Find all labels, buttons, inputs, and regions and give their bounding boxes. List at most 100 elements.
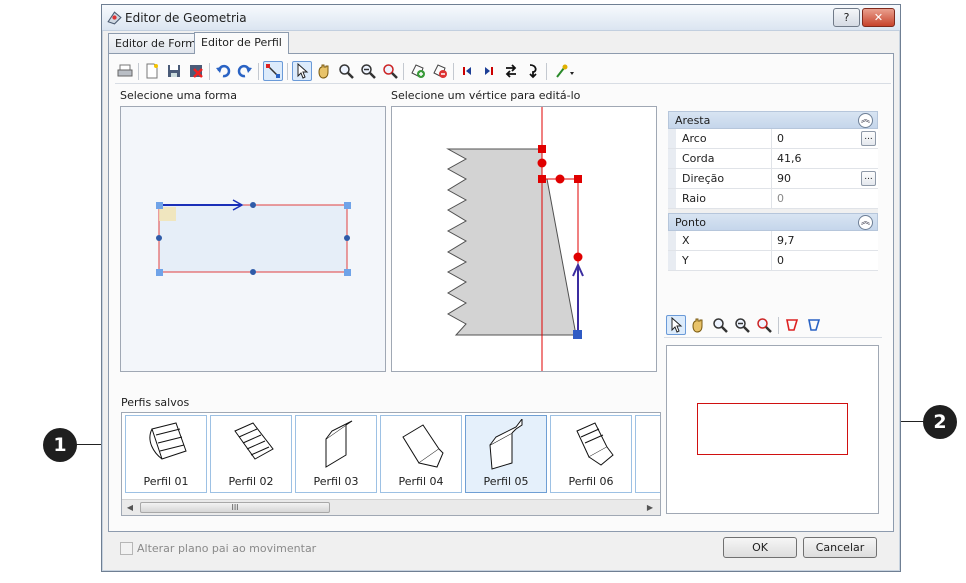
property-value-y[interactable]: 0 bbox=[772, 251, 878, 270]
profile-item-03[interactable]: Perfil 03 bbox=[295, 415, 377, 493]
profile-drawing bbox=[446, 107, 584, 371]
vertex-panel-caption: Selecione um vértice para editá-lo bbox=[391, 89, 581, 102]
title-bar[interactable]: Editor de Geometria ? ✕ bbox=[102, 5, 900, 31]
toolbar-separator bbox=[546, 63, 547, 80]
redo-icon[interactable] bbox=[235, 61, 255, 81]
profile-item-02[interactable]: Perfil 02 bbox=[210, 415, 292, 493]
toolbar-separator bbox=[403, 63, 404, 80]
ok-button[interactable]: OK bbox=[723, 537, 797, 558]
app-icon bbox=[107, 11, 122, 25]
property-row-arco[interactable]: Arco 0... bbox=[668, 129, 878, 149]
profiles-horizontal-scrollbar[interactable]: ◀ III ▶ bbox=[122, 499, 660, 515]
zoom-out-icon[interactable] bbox=[732, 315, 752, 335]
collapse-up-icon[interactable]: ︽ bbox=[858, 113, 873, 128]
toolbar-separator bbox=[778, 317, 779, 334]
select-icon[interactable] bbox=[292, 61, 312, 81]
property-value-corda[interactable]: 41,6 bbox=[772, 149, 878, 168]
undo-icon[interactable] bbox=[213, 61, 233, 81]
property-row-corda[interactable]: Corda 41,6 bbox=[668, 149, 878, 169]
property-value-x[interactable]: 9,7 bbox=[772, 231, 878, 250]
print-icon[interactable] bbox=[115, 61, 135, 81]
toolbar-separator bbox=[209, 63, 210, 80]
property-value-raio: 0 bbox=[777, 192, 784, 205]
shape-panel-caption: Selecione uma forma bbox=[120, 89, 237, 102]
ellipsis-button[interactable]: ... bbox=[861, 131, 876, 146]
scroll-thumb[interactable]: III bbox=[140, 502, 330, 513]
pan-icon[interactable] bbox=[314, 61, 334, 81]
profile-item-01[interactable]: Perfil 01 bbox=[125, 415, 207, 493]
scroll-right-icon[interactable]: ▶ bbox=[644, 502, 656, 514]
profile-thumbnail bbox=[149, 422, 187, 460]
ponto-section-title: Ponto bbox=[675, 216, 706, 229]
property-name: Raio bbox=[676, 189, 772, 208]
profile-item-05[interactable]: Perfil 05 bbox=[465, 415, 547, 493]
select-icon[interactable] bbox=[666, 315, 686, 335]
profile-item-04[interactable]: Perfil 04 bbox=[380, 415, 462, 493]
zoom-icon[interactable] bbox=[336, 61, 356, 81]
profile-thumbnail bbox=[234, 422, 274, 460]
remove-vertex-icon[interactable] bbox=[430, 61, 450, 81]
property-name: X bbox=[676, 231, 772, 250]
property-row-direcao[interactable]: Direção 90... bbox=[668, 169, 878, 189]
add-vertex-icon[interactable] bbox=[408, 61, 428, 81]
last-icon[interactable] bbox=[479, 61, 499, 81]
reverse-icon[interactable] bbox=[501, 61, 521, 81]
toolbar-separator bbox=[258, 63, 259, 80]
zoom-fit-icon[interactable] bbox=[754, 315, 774, 335]
dxf-import-icon[interactable] bbox=[551, 61, 579, 81]
edit-points-icon[interactable] bbox=[263, 61, 283, 81]
profile-thumbnail bbox=[652, 419, 661, 471]
cancel-button[interactable]: Cancelar bbox=[803, 537, 877, 558]
property-name: Corda bbox=[676, 149, 772, 168]
property-row-raio[interactable]: Raio 0 bbox=[668, 189, 878, 209]
profile-thumbnail bbox=[489, 419, 523, 470]
property-value-direcao: 90... bbox=[772, 169, 878, 188]
toolbar bbox=[115, 58, 891, 84]
property-name: Arco bbox=[676, 129, 772, 148]
shape-drawing bbox=[156, 199, 351, 276]
property-grid: Aresta ︽ Arco 0... Corda 41,6 Direção 90… bbox=[668, 111, 878, 271]
property-row-y[interactable]: Y 0 bbox=[668, 251, 878, 271]
move-parent-plane-checkbox[interactable] bbox=[120, 542, 133, 555]
ponto-section-header[interactable]: Ponto ︽ bbox=[668, 213, 878, 231]
help-button[interactable]: ? bbox=[833, 8, 860, 27]
zoom-fit-icon[interactable] bbox=[380, 61, 400, 81]
blue-shape-icon[interactable] bbox=[804, 315, 824, 335]
preview-shape bbox=[697, 403, 848, 455]
collapse-up-icon[interactable]: ︽ bbox=[858, 215, 873, 230]
tab-editor-de-perfil[interactable]: Editor de Perfil bbox=[194, 32, 289, 54]
toolbar-separator bbox=[138, 63, 139, 80]
profile-item-partial[interactable] bbox=[635, 415, 661, 493]
first-icon[interactable] bbox=[457, 61, 477, 81]
profile-editor-panel: Selecione uma forma Selecione um vértice… bbox=[108, 53, 894, 532]
save-icon[interactable] bbox=[164, 61, 184, 81]
zoom-icon[interactable] bbox=[710, 315, 730, 335]
preview-toolbar bbox=[664, 312, 882, 338]
mirror-icon[interactable] bbox=[523, 61, 543, 81]
delete-icon[interactable] bbox=[186, 61, 206, 81]
scroll-left-icon[interactable]: ◀ bbox=[124, 502, 136, 514]
callout-1: 1 bbox=[43, 428, 77, 462]
zoom-out-icon[interactable] bbox=[358, 61, 378, 81]
toolbar-separator bbox=[453, 63, 454, 80]
move-parent-plane-label: Alterar plano pai ao movimentar bbox=[137, 542, 317, 555]
property-row-x[interactable]: X 9,7 bbox=[668, 231, 878, 251]
property-name: Y bbox=[676, 251, 772, 270]
geometry-editor-window: Editor de Geometria ? ✕ Editor de Forma … bbox=[101, 4, 901, 572]
ellipsis-button[interactable]: ... bbox=[861, 171, 876, 186]
new-icon[interactable] bbox=[142, 61, 162, 81]
profile-item-06[interactable]: Perfil 06 bbox=[550, 415, 632, 493]
toolbar-separator bbox=[287, 63, 288, 80]
red-shape-icon[interactable] bbox=[782, 315, 802, 335]
pan-icon[interactable] bbox=[688, 315, 708, 335]
close-button[interactable]: ✕ bbox=[862, 8, 895, 27]
profile-thumbnail bbox=[325, 420, 353, 468]
saved-profiles-caption: Perfis salvos bbox=[121, 396, 190, 409]
shape-canvas[interactable] bbox=[120, 106, 386, 372]
aresta-section-header[interactable]: Aresta ︽ bbox=[668, 111, 878, 129]
saved-profiles-list: Perfil 01 Perfil 02 Perfil 03 Perfil 04 … bbox=[121, 412, 661, 516]
callout-2: 2 bbox=[923, 405, 957, 439]
profile-thumbnail bbox=[402, 424, 444, 468]
vertex-canvas[interactable] bbox=[391, 106, 657, 372]
preview-canvas[interactable] bbox=[666, 345, 879, 514]
